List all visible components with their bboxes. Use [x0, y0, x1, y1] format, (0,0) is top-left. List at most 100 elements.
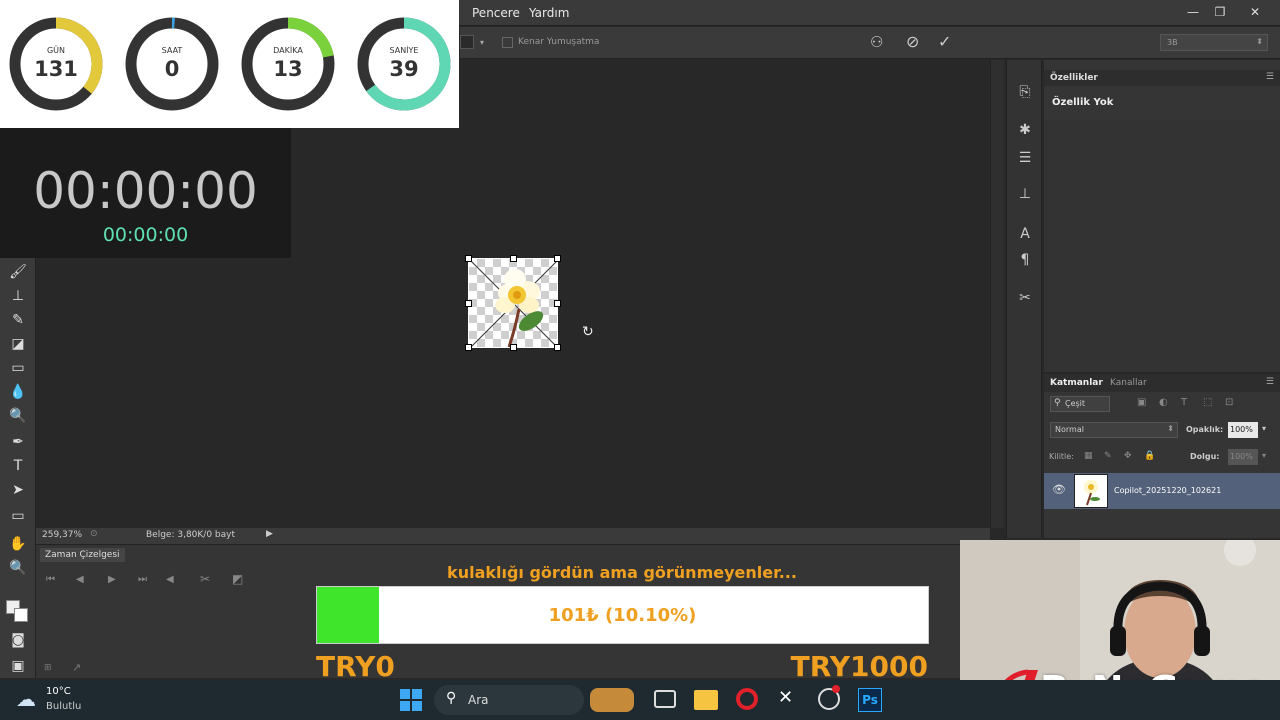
layer-image[interactable] [465, 255, 561, 351]
vertical-scrollbar[interactable] [990, 60, 1004, 528]
feather-label: Kenar Yumuşatma [518, 37, 600, 47]
panel-menu-icon[interactable]: ☰ [1266, 72, 1274, 82]
properties-panel: Özellikler ☰ Özellik Yok [1044, 60, 1280, 372]
lock-transparency-icon[interactable]: ▦ [1084, 451, 1093, 461]
blend-mode-select[interactable]: Normal ⬍ [1050, 422, 1178, 438]
filter-adjustment-icon[interactable]: ◐ [1159, 397, 1168, 408]
app-icon[interactable] [818, 685, 840, 710]
tab-properties[interactable]: Özellikler [1050, 73, 1098, 83]
opacity-input[interactable]: 100% [1228, 422, 1258, 438]
chevron-down-icon[interactable]: ▾ [1262, 424, 1266, 433]
transform-handle[interactable] [510, 344, 517, 351]
first-frame-icon[interactable]: ⏮ [46, 574, 55, 585]
menu-window[interactable]: Pencere [472, 6, 520, 20]
hand-tool-icon[interactable]: ✋ [8, 534, 28, 554]
dropdown-arrow-icon[interactable]: ▾ [480, 38, 484, 47]
workspace-select[interactable]: 3B ⬍ [1160, 34, 1268, 51]
task-view-icon[interactable] [654, 690, 676, 708]
commit-transform-icon[interactable]: ✓ [938, 32, 951, 51]
blur-tool-icon[interactable]: 💧 [8, 382, 28, 402]
transform-handle[interactable] [465, 300, 472, 307]
background-color[interactable] [14, 608, 28, 622]
weather-desc[interactable]: Bulutlu [46, 701, 81, 712]
layer-row[interactable]: 👁 Copilot_20251220_102621 [1044, 473, 1280, 509]
photoshop-icon[interactable]: Ps [858, 688, 882, 712]
filter-smart-icon[interactable]: ⊡ [1225, 397, 1233, 408]
convert-icon[interactable]: ↗ [72, 661, 81, 674]
render-icon[interactable]: ⊞ [44, 663, 52, 673]
transform-handle[interactable] [554, 300, 561, 307]
filter-pixel-icon[interactable]: ▣ [1137, 397, 1146, 408]
tools-preset-icon[interactable]: ✂ [1015, 288, 1035, 308]
next-frame-icon[interactable]: ⏭ [138, 574, 147, 585]
panel-menu-icon[interactable]: ☰ [1266, 377, 1274, 387]
eraser-tool-icon[interactable]: ◪ [8, 334, 28, 354]
pen-tool-icon[interactable]: ✒ [8, 432, 28, 452]
gauge-label: SAAT [161, 46, 183, 55]
tab-channels[interactable]: Kanallar [1110, 378, 1147, 388]
tab-layers[interactable]: Katmanlar [1050, 378, 1103, 388]
weather-cloud-icon[interactable]: ☁ [16, 687, 36, 711]
start-button[interactable] [400, 689, 422, 711]
zoom-level[interactable]: 259,37% [42, 530, 82, 540]
feather-checkbox[interactable] [502, 37, 513, 48]
minimize-icon[interactable]: — [1180, 2, 1206, 22]
filter-type-icon[interactable]: T [1181, 397, 1187, 408]
transform-handle[interactable] [465, 255, 472, 262]
character-icon[interactable]: A [1015, 224, 1035, 244]
history-brush-icon[interactable]: ✎ [8, 310, 28, 330]
transform-handle[interactable] [554, 255, 561, 262]
layer-filter-select[interactable]: ⚲ Çeşit [1050, 396, 1110, 412]
cancel-transform-icon[interactable]: ⊘ [906, 32, 919, 51]
opera-icon[interactable] [736, 688, 758, 710]
shape-tool-icon[interactable]: ▭ [8, 506, 28, 526]
transform-handle[interactable] [465, 344, 472, 351]
play-arrow-icon[interactable]: ▶ [266, 529, 273, 539]
lock-pixels-icon[interactable]: ✎ [1104, 451, 1112, 461]
tab-timeline[interactable]: Zaman Çizelgesi [40, 548, 125, 562]
type-tool-icon[interactable]: T [8, 456, 28, 476]
stamp-tool-icon[interactable]: ⊥ [8, 286, 28, 306]
quick-mask-icon[interactable]: ◙ [8, 630, 28, 650]
play-icon[interactable]: ▶ [108, 574, 116, 585]
lock-all-icon[interactable]: 🔒 [1144, 451, 1155, 461]
gauge-days: GÜN 131 [8, 16, 104, 112]
goal-progress-text: 101₺ (10.10%) [548, 605, 697, 626]
transform-handle[interactable] [510, 255, 517, 262]
filter-shape-icon[interactable]: ⬚ [1203, 397, 1212, 408]
gauge-label: GÜN [46, 46, 66, 55]
prev-frame-icon[interactable]: ◀ [76, 574, 84, 585]
windows-logo-icon [400, 689, 422, 711]
eye-icon[interactable]: 👁 [1052, 483, 1066, 496]
gauge-seconds: SANİYE 39 [356, 16, 452, 112]
capcut-icon[interactable]: ✕ [778, 687, 793, 708]
history-icon[interactable]: ⎘ [1015, 82, 1035, 102]
close-icon[interactable]: ✕ [1242, 2, 1268, 22]
warp-mode-icon[interactable]: ⚇ [870, 33, 883, 51]
split-icon[interactable]: ✂ [200, 572, 210, 586]
brush-preset-icon[interactable]: ✱ [1015, 120, 1035, 140]
transform-handle[interactable] [554, 344, 561, 351]
taskbar-search[interactable]: ⚲ Ara [434, 685, 634, 715]
fill-input[interactable]: 100% [1228, 449, 1258, 465]
file-explorer-icon[interactable] [694, 690, 718, 710]
lock-position-icon[interactable]: ✥ [1124, 451, 1132, 461]
gauge-value: 0 [164, 57, 180, 81]
clone-source-icon[interactable]: ⊥ [1015, 184, 1035, 204]
adjustments-icon[interactable]: ☰ [1015, 148, 1035, 168]
gradient-tool-icon[interactable]: ▭ [8, 358, 28, 378]
tool-preset-swatch[interactable] [460, 35, 474, 49]
path-select-icon[interactable]: ➤ [8, 480, 28, 500]
zoom-tool-icon[interactable]: 🔍 [8, 558, 28, 578]
layer-thumbnail [1074, 474, 1108, 508]
brush-tool-icon[interactable]: 🖌 [8, 262, 28, 282]
screen-mode-icon[interactable]: ▣ [8, 656, 28, 676]
dodge-tool-icon[interactable]: 🔍 [8, 406, 28, 426]
audio-icon[interactable]: ◀ [166, 574, 174, 585]
weather-temp[interactable]: 10°C [46, 686, 71, 697]
restore-icon[interactable]: ❐ [1207, 2, 1233, 22]
transition-icon[interactable]: ◩ [232, 572, 243, 586]
menu-help[interactable]: Yardım [529, 6, 569, 20]
paragraph-icon[interactable]: ¶ [1015, 250, 1035, 270]
chevron-down-icon[interactable]: ▾ [1262, 451, 1266, 460]
